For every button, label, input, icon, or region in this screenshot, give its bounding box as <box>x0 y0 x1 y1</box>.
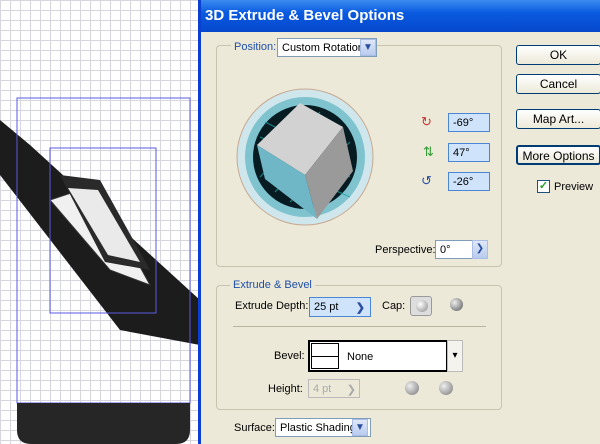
extrude-depth-value: 25 pt <box>314 301 339 313</box>
bevel-preview-icon <box>311 343 339 369</box>
height-label: Height: <box>268 383 303 395</box>
bevel-value: None <box>347 351 374 363</box>
cap-off-icon[interactable] <box>450 298 463 311</box>
artwork <box>0 97 200 444</box>
bevel-in-icon[interactable] <box>439 381 453 395</box>
height-value: 4 pt <box>313 383 332 395</box>
perspective-arrow[interactable]: ❯ <box>472 240 488 259</box>
extrude-depth-label: Extrude Depth: <box>235 300 309 312</box>
cap-on-icon <box>416 300 428 312</box>
extrude-depth-field[interactable]: 25 pt ❯ <box>309 297 371 317</box>
position-label: Position: <box>231 41 280 53</box>
position-dropdown-arrow[interactable]: ▼ <box>360 39 376 56</box>
perspective-field[interactable]: 0° <box>435 240 473 259</box>
height-field: 4 pt ❯ <box>308 379 360 398</box>
rotate-y-field[interactable]: 47° <box>448 143 490 162</box>
trackball[interactable] <box>235 87 375 227</box>
perspective-label: Perspective: <box>375 244 436 256</box>
cap-label: Cap: <box>382 300 406 312</box>
rotate-x-field[interactable]: -69° <box>448 113 490 132</box>
dialog-title: 3D Extrude & Bevel Options <box>201 0 600 32</box>
bevel-label: Bevel: <box>274 350 305 362</box>
ok-button[interactable]: OK <box>516 45 600 65</box>
extrude-depth-arrow[interactable]: ❯ <box>356 301 365 314</box>
height-arrow: ❯ <box>346 384 356 396</box>
bevel-select[interactable]: None <box>308 340 448 372</box>
preview-checkbox[interactable]: ✓ <box>537 180 550 193</box>
position-value: Custom Rotation <box>282 42 364 54</box>
rotate-x-icon: ↻ <box>421 114 432 129</box>
artboard-canvas[interactable] <box>0 0 200 444</box>
extrude-bevel-dialog: 3D Extrude & Bevel Options Position: Cus… <box>198 0 600 444</box>
cap-on-button[interactable] <box>410 296 432 316</box>
extrude-bevel-label: Extrude & Bevel <box>230 279 315 291</box>
bevel-dropdown-arrow[interactable]: ▾ <box>447 340 463 372</box>
rotate-y-icon: ⇅ <box>423 144 434 159</box>
preview-label: Preview <box>554 181 594 193</box>
cancel-button[interactable]: Cancel <box>516 74 600 94</box>
rotate-z-field[interactable]: -26° <box>448 172 490 191</box>
bevel-out-icon[interactable] <box>405 381 419 395</box>
surface-label: Surface: <box>234 422 275 434</box>
surface-dropdown-arrow[interactable]: ▼ <box>352 419 368 436</box>
separator <box>233 326 486 327</box>
rotate-z-icon: ↺ <box>421 173 432 188</box>
more-options-button[interactable]: More Options <box>516 145 600 165</box>
map-art-button[interactable]: Map Art... <box>516 109 600 129</box>
